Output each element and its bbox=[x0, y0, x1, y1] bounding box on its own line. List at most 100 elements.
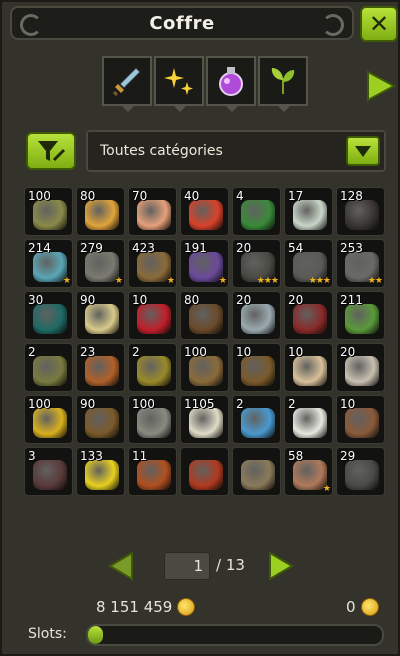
item-quantity: 70 bbox=[132, 189, 148, 203]
inventory-slot[interactable]: 2 bbox=[24, 343, 73, 392]
chest-window: Coffre ✕ Toutes catégories 100 80 70 40 … bbox=[0, 0, 400, 656]
inventory-slot[interactable]: 20 ★★★ bbox=[232, 239, 281, 288]
inventory-slot[interactable]: 29 bbox=[336, 447, 385, 496]
next-page-arrow-icon[interactable] bbox=[266, 550, 296, 582]
item-stars: ★ bbox=[218, 276, 227, 286]
inventory-slot[interactable]: 2 bbox=[284, 395, 333, 444]
inventory-slot[interactable]: 191 ★ bbox=[180, 239, 229, 288]
item-icon bbox=[293, 356, 327, 386]
inventory-slot[interactable]: 70 bbox=[128, 187, 177, 236]
inventory-slot[interactable]: 80 bbox=[180, 291, 229, 340]
kama-coin-icon bbox=[177, 598, 196, 616]
kamas-chest: 0 bbox=[346, 598, 379, 616]
inventory-slot[interactable]: 10 bbox=[232, 343, 281, 392]
inventory-slot[interactable]: 211 bbox=[336, 291, 385, 340]
item-icon bbox=[85, 460, 119, 490]
item-quantity: 20 bbox=[288, 293, 304, 307]
item-icon bbox=[85, 356, 119, 386]
inventory-slot[interactable]: 279 ★ bbox=[76, 239, 125, 288]
item-quantity: 423 bbox=[132, 241, 155, 255]
item-quantity: 128 bbox=[340, 189, 363, 203]
item-icon bbox=[345, 356, 379, 386]
slots-label: Slots: bbox=[28, 626, 67, 642]
leaf-icon bbox=[271, 68, 295, 94]
ornament-right-icon bbox=[322, 14, 344, 36]
inventory-slot[interactable]: 20 bbox=[284, 291, 333, 340]
inventory-slot[interactable]: 214 ★ bbox=[24, 239, 73, 288]
inventory-slot[interactable]: 54 ★★★ bbox=[284, 239, 333, 288]
close-button[interactable]: ✕ bbox=[360, 6, 398, 42]
pagination: 1 / 13 bbox=[106, 548, 296, 584]
item-icon bbox=[189, 408, 223, 438]
item-icon bbox=[137, 356, 171, 386]
page-input[interactable]: 1 bbox=[164, 552, 210, 580]
item-quantity: 10 bbox=[236, 345, 252, 359]
item-quantity: 40 bbox=[184, 189, 200, 203]
category-dropdown-button[interactable] bbox=[346, 136, 380, 166]
inventory-slot[interactable] bbox=[232, 447, 281, 496]
inventory-slot[interactable]: 100 bbox=[180, 343, 229, 392]
inventory-slot[interactable]: 423 ★ bbox=[128, 239, 177, 288]
previous-page-arrow-icon[interactable] bbox=[106, 550, 136, 582]
inventory-slot[interactable]: 2 bbox=[128, 343, 177, 392]
item-icon bbox=[293, 304, 327, 334]
item-quantity: 100 bbox=[132, 397, 155, 411]
inventory-slot[interactable]: 10 bbox=[284, 343, 333, 392]
inventory-slot[interactable]: 58 ★ bbox=[284, 447, 333, 496]
inventory-slot[interactable]: 30 bbox=[24, 291, 73, 340]
tabs-next-arrow-icon[interactable] bbox=[364, 68, 398, 104]
item-icon bbox=[85, 252, 119, 282]
inventory-slot[interactable]: 90 bbox=[76, 291, 125, 340]
item-icon bbox=[189, 356, 223, 386]
item-icon bbox=[345, 460, 379, 490]
kamas-chest-value: 0 bbox=[346, 598, 356, 616]
inventory-slot[interactable]: 80 bbox=[76, 187, 125, 236]
inventory-slot[interactable]: 1105 bbox=[180, 395, 229, 444]
item-icon bbox=[189, 200, 223, 230]
item-quantity: 1105 bbox=[184, 397, 215, 411]
tab-consumables[interactable] bbox=[154, 56, 204, 112]
category-select[interactable]: Toutes catégories bbox=[86, 130, 386, 172]
inventory-slot[interactable]: 4 bbox=[232, 187, 281, 236]
tab-quest[interactable] bbox=[258, 56, 308, 112]
inventory-slot[interactable]: 100 bbox=[24, 395, 73, 444]
item-icon bbox=[33, 252, 67, 282]
inventory-grid: 100 80 70 40 4 17 128 214 ★ 279 ★ 423 ★ 191 ★ 20 ★★★ 54 ★★… bbox=[24, 187, 388, 496]
inventory-slot[interactable] bbox=[180, 447, 229, 496]
inventory-slot[interactable]: 3 bbox=[24, 447, 73, 496]
item-icon bbox=[85, 304, 119, 334]
item-icon bbox=[33, 200, 67, 230]
sparkles-icon bbox=[164, 68, 193, 95]
item-quantity: 2 bbox=[28, 345, 36, 359]
inventory-slot[interactable]: 90 bbox=[76, 395, 125, 444]
item-icon bbox=[33, 408, 67, 438]
slots-progress-bar bbox=[86, 624, 384, 646]
item-quantity: 58 bbox=[288, 449, 304, 463]
inventory-slot[interactable]: 17 bbox=[284, 187, 333, 236]
inventory-slot[interactable]: 23 bbox=[76, 343, 125, 392]
item-icon bbox=[137, 304, 171, 334]
inventory-slot[interactable]: 10 bbox=[336, 395, 385, 444]
inventory-slot[interactable]: 11 bbox=[128, 447, 177, 496]
item-icon bbox=[293, 200, 327, 230]
tab-resources[interactable] bbox=[206, 56, 256, 112]
tab-equipment[interactable] bbox=[102, 56, 152, 112]
inventory-slot[interactable]: 40 bbox=[180, 187, 229, 236]
inventory-slot[interactable]: 128 bbox=[336, 187, 385, 236]
inventory-slot[interactable]: 2 bbox=[232, 395, 281, 444]
item-quantity: 23 bbox=[80, 345, 96, 359]
category-select-value: Toutes catégories bbox=[100, 143, 223, 159]
item-stars: ★★★ bbox=[308, 276, 331, 286]
inventory-slot[interactable]: 20 bbox=[232, 291, 281, 340]
inventory-slot[interactable]: 10 bbox=[128, 291, 177, 340]
filter-button[interactable] bbox=[26, 132, 76, 170]
inventory-slot[interactable]: 253 ★★ bbox=[336, 239, 385, 288]
item-quantity: 29 bbox=[340, 449, 356, 463]
sword-icon bbox=[112, 67, 141, 97]
item-icon bbox=[137, 252, 171, 282]
inventory-slot[interactable]: 100 bbox=[128, 395, 177, 444]
inventory-slot[interactable]: 100 bbox=[24, 187, 73, 236]
inventory-slot[interactable]: 133 bbox=[76, 447, 125, 496]
item-quantity: 80 bbox=[184, 293, 200, 307]
inventory-slot[interactable]: 20 bbox=[336, 343, 385, 392]
